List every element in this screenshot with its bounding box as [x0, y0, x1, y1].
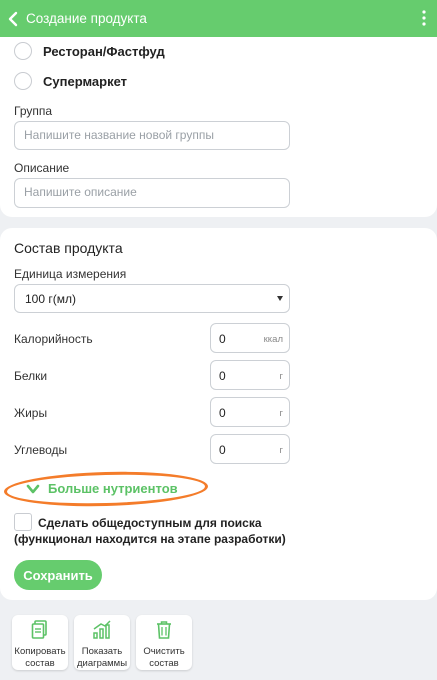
carbs-input[interactable]: 0 г [210, 434, 290, 464]
clear-composition-button[interactable]: Очистить состав [136, 615, 192, 670]
protein-unit: г [279, 371, 283, 382]
more-nutrients-toggle[interactable]: Больше нутриентов [3, 469, 209, 509]
unit-select[interactable]: 100 г(мл) [14, 284, 290, 313]
more-vert-icon [422, 10, 426, 26]
calories-input[interactable]: 0 ккал [210, 323, 290, 353]
more-nutrients-label: Больше нутриентов [48, 481, 178, 496]
public-checkbox-label: Сделать общедоступным для поиска (функци… [14, 515, 286, 547]
description-placeholder: Напишите описание [24, 185, 137, 199]
charts-label-line1: Показать [81, 646, 123, 657]
description-input[interactable]: Напишите описание [14, 178, 290, 208]
copy-icon [31, 620, 47, 639]
protein-value: 0 [219, 369, 226, 383]
carbs-unit: г [279, 445, 283, 456]
chevron-left-icon [8, 11, 18, 26]
charts-label-line2: диаграммы [76, 658, 128, 669]
app-bar: Создание продукта [0, 0, 437, 37]
radio-button[interactable] [14, 72, 32, 90]
radio-restaurant[interactable]: Ресторан/Фастфуд [14, 42, 165, 60]
composition-title: Состав продукта [14, 240, 123, 256]
clear-label-line2: состав [149, 658, 179, 669]
show-charts-button[interactable]: Показать диаграммы [74, 615, 130, 670]
unit-value: 100 г(мл) [25, 292, 76, 306]
save-button[interactable]: Сохранить [14, 560, 102, 590]
chevron-down-icon [26, 484, 40, 494]
unit-label: Единица измерения [14, 267, 127, 281]
product-info-card: Ресторан/Фастфуд Супермаркет Группа Напи… [0, 37, 437, 217]
copy-composition-button[interactable]: Копировать состав [12, 615, 68, 670]
protein-label: Белки [14, 369, 48, 383]
back-button[interactable] [2, 0, 24, 37]
more-menu-button[interactable] [417, 6, 431, 30]
public-label-line1: Сделать общедоступным для поиска [38, 516, 262, 530]
fat-input[interactable]: 0 г [210, 397, 290, 427]
clear-label-line1: Очистить [143, 646, 185, 657]
trash-icon [157, 621, 171, 639]
composition-card: Состав продукта Единица измерения 100 г(… [0, 228, 437, 600]
carbs-label: Углеводы [14, 443, 68, 457]
page-title: Создание продукта [26, 11, 147, 26]
calories-value: 0 [219, 332, 226, 346]
calories-unit: ккал [263, 334, 283, 345]
group-placeholder: Напишите название новой группы [24, 128, 214, 142]
copy-label-line1: Копировать [14, 646, 66, 657]
calories-label: Калорийность [14, 332, 93, 346]
fat-value: 0 [219, 406, 226, 420]
carbs-value: 0 [219, 443, 226, 457]
group-label: Группа [14, 104, 53, 118]
radio-label: Ресторан/Фастфуд [43, 43, 165, 59]
fat-unit: г [279, 408, 283, 419]
description-label: Описание [14, 161, 70, 175]
radio-button[interactable] [14, 42, 32, 60]
public-label-line2: (функционал находится на этапе разработк… [14, 532, 286, 546]
radio-label: Супермаркет [43, 73, 128, 89]
group-input[interactable]: Напишите название новой группы [14, 121, 290, 150]
fat-label: Жиры [14, 406, 48, 420]
copy-label-line2: состав [25, 658, 55, 669]
dropdown-arrow-icon [277, 296, 283, 301]
chart-icon [93, 620, 111, 639]
protein-input[interactable]: 0 г [210, 360, 290, 390]
radio-supermarket[interactable]: Супермаркет [14, 72, 127, 90]
